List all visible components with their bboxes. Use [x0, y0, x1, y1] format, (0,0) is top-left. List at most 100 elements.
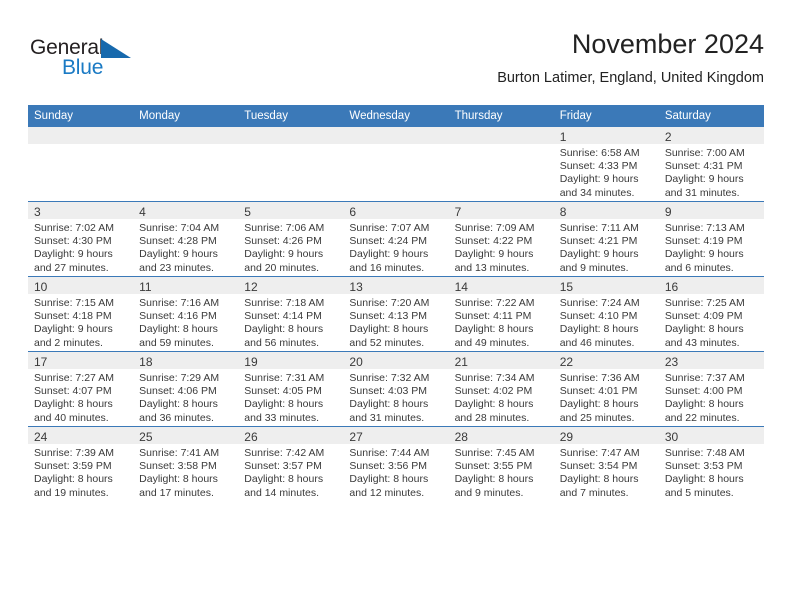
day-cell-content: 6 Sunrise: 7:07 AM Sunset: 4:24 PM Daylight…: [343, 202, 448, 276]
day-details: Sunrise: 7:09 AM Sunset: 4:22 PM Daylight:…: [449, 219, 554, 275]
sunrise-time: Sunrise: 7:15 AM: [34, 297, 114, 309]
day-details: Sunrise: 7:11 AM Sunset: 4:21 PM Daylight:…: [554, 219, 659, 275]
calendar-day-cell[interactable]: 1 Sunrise: 6:58 AM Sunset: 4:33 PM Daylight…: [554, 127, 659, 202]
daylight-duration-line2: and 20 minutes.: [244, 261, 319, 274]
calendar-day-cell[interactable]: 21 Sunrise: 7:34 AM Sunset: 4:02 PM Dayligh…: [448, 351, 554, 427]
calendar-day-cell[interactable]: 2 Sunrise: 7:00 AM Sunset: 4:31 PM Daylight…: [659, 127, 764, 202]
calendar-day-cell[interactable]: 3 Sunrise: 7:02 AM Sunset: 4:30 PM Daylight…: [28, 201, 134, 277]
daylight-duration-line2: and 34 minutes.: [559, 186, 635, 199]
day-details: Sunrise: 6:58 AM Sunset: 4:33 PM Daylight:…: [554, 144, 659, 200]
calendar-day-cell[interactable]: 7 Sunrise: 7:09 AM Sunset: 4:22 PM Daylight…: [448, 201, 554, 277]
day-details: Sunrise: 7:47 AM Sunset: 3:54 PM Daylight:…: [554, 444, 659, 500]
sunrise-time: Sunrise: 7:11 AM: [559, 222, 639, 234]
calendar-week-row: 10 Sunrise: 7:15 AM Sunset: 4:18 PM Dayligh…: [28, 276, 764, 352]
calendar-day-cell[interactable]: 29 Sunrise: 7:47 AM Sunset: 3:54 PM Dayligh…: [553, 426, 659, 501]
calendar-day-cell[interactable]: 22 Sunrise: 7:36 AM Sunset: 4:01 PM Dayligh…: [553, 351, 659, 427]
sunrise-time: Sunrise: 7:45 AM: [454, 447, 535, 459]
daylight-duration-line2: and 25 minutes.: [559, 411, 635, 424]
day-cell-content: 10 Sunrise: 7:15 AM Sunset: 4:18 PM Dayligh…: [28, 277, 133, 351]
calendar-day-cell[interactable]: 20 Sunrise: 7:32 AM Sunset: 4:03 PM Dayligh…: [343, 351, 449, 427]
daylight-duration-line2: and 13 minutes.: [454, 261, 530, 274]
calendar-day-cell[interactable]: 28 Sunrise: 7:45 AM Sunset: 3:55 PM Dayligh…: [448, 426, 554, 501]
daylight-duration-line1: Daylight: 9 hours: [664, 248, 744, 261]
calendar-day-cell[interactable]: 13 Sunrise: 7:20 AM Sunset: 4:13 PM Dayligh…: [343, 276, 449, 352]
calendar-day-cell[interactable]: 12 Sunrise: 7:18 AM Sunset: 4:14 PM Dayligh…: [238, 276, 344, 352]
daylight-duration-line1: Daylight: 8 hours: [559, 398, 639, 411]
daylight-duration-line2: and 56 minutes.: [244, 336, 319, 349]
calendar-day-cell[interactable]: 24 Sunrise: 7:39 AM Sunset: 3:59 PM Dayligh…: [28, 426, 134, 501]
sunset-time: Sunset: 4:09 PM: [664, 310, 743, 323]
page-header: General Blue November 2024 Burton Latime…: [28, 28, 764, 98]
day-cell-content: 12 Sunrise: 7:18 AM Sunset: 4:14 PM Dayligh…: [238, 277, 343, 351]
daylight-duration-line2: and 19 minutes.: [34, 486, 109, 499]
day-number: 30: [664, 430, 679, 444]
sunrise-time: Sunrise: 7:18 AM: [244, 297, 325, 309]
calendar-day-cell[interactable]: 11 Sunrise: 7:16 AM Sunset: 4:16 PM Dayligh…: [133, 276, 239, 352]
daylight-duration-line2: and 36 minutes.: [139, 411, 214, 424]
calendar-day-cell[interactable]: 4 Sunrise: 7:04 AM Sunset: 4:28 PM Daylight…: [133, 201, 239, 277]
day-number: 25: [139, 430, 153, 444]
daylight-duration-line1: Daylight: 9 hours: [349, 248, 429, 261]
calendar-day-cell[interactable]: 18 Sunrise: 7:29 AM Sunset: 4:06 PM Dayligh…: [133, 351, 239, 427]
calendar-day-cell[interactable]: 26 Sunrise: 7:42 AM Sunset: 3:57 PM Dayligh…: [238, 426, 344, 501]
sunset-time: Sunset: 4:05 PM: [244, 385, 322, 398]
day-number: 19: [244, 355, 258, 369]
daylight-duration-line2: and 5 minutes.: [664, 486, 734, 499]
daylight-duration-line2: and 33 minutes.: [244, 411, 319, 424]
sunset-time: Sunset: 3:59 PM: [34, 460, 112, 473]
daylight-duration-line1: Daylight: 8 hours: [559, 473, 639, 486]
daylight-duration-line1: Daylight: 8 hours: [454, 473, 534, 486]
calendar-day-cell[interactable]: 27 Sunrise: 7:44 AM Sunset: 3:56 PM Dayligh…: [343, 426, 449, 501]
day-number: 15: [559, 280, 574, 294]
calendar-day-cell[interactable]: 5 Sunrise: 7:06 AM Sunset: 4:26 PM Daylight…: [238, 201, 344, 277]
day-cell-content: 11 Sunrise: 7:16 AM Sunset: 4:16 PM Dayligh…: [133, 277, 238, 351]
calendar-day-cell[interactable]: 10 Sunrise: 7:15 AM Sunset: 4:18 PM Dayligh…: [28, 276, 134, 352]
day-cell-content: 14 Sunrise: 7:22 AM Sunset: 4:11 PM Dayligh…: [449, 277, 554, 351]
day-cell-content: 26 Sunrise: 7:42 AM Sunset: 3:57 PM Dayligh…: [238, 427, 343, 501]
general-blue-logo[interactable]: General Blue: [30, 36, 160, 88]
daylight-duration-line2: and 31 minutes.: [664, 186, 740, 199]
day-details: Sunrise: 7:02 AM Sunset: 4:30 PM Daylight:…: [28, 219, 133, 275]
calendar-day-cell[interactable]: 6 Sunrise: 7:07 AM Sunset: 4:24 PM Daylight…: [343, 201, 449, 277]
calendar-day-cell[interactable]: 9 Sunrise: 7:13 AM Sunset: 4:19 PM Daylight…: [658, 201, 764, 277]
calendar-day-cell[interactable]: 23 Sunrise: 7:37 AM Sunset: 4:00 PM Dayligh…: [658, 351, 764, 427]
calendar-day-cell[interactable]: 16 Sunrise: 7:25 AM Sunset: 4:09 PM Dayligh…: [658, 276, 764, 352]
calendar-day-cell[interactable]: 14 Sunrise: 7:22 AM Sunset: 4:11 PM Dayligh…: [448, 276, 554, 352]
daylight-duration-line1: Daylight: 9 hours: [139, 248, 218, 261]
page-title: November 2024: [571, 29, 764, 59]
sunrise-time: Sunrise: 7:44 AM: [349, 447, 430, 459]
day-number: 3: [34, 205, 41, 219]
day-cell-content: 19 Sunrise: 7:31 AM Sunset: 4:05 PM Dayligh…: [238, 352, 343, 426]
calendar-day-cell[interactable]: 15 Sunrise: 7:24 AM Sunset: 4:10 PM Dayligh…: [553, 276, 659, 352]
sunset-time: Sunset: 4:14 PM: [244, 310, 322, 323]
sunrise-time: Sunrise: 7:20 AM: [349, 297, 430, 309]
logo-triangle-icon: [101, 39, 131, 58]
day-details: Sunrise: 7:44 AM Sunset: 3:56 PM Daylight:…: [343, 444, 448, 500]
day-cell-content: [133, 127, 238, 201]
day-cell-content: [449, 127, 554, 201]
sunset-time: Sunset: 4:03 PM: [349, 385, 428, 398]
calendar-empty-cell: [449, 127, 554, 202]
day-details: Sunrise: 7:22 AM Sunset: 4:11 PM Daylight:…: [449, 294, 554, 350]
sunset-time: Sunset: 4:18 PM: [34, 310, 112, 323]
sunrise-time: Sunrise: 7:04 AM: [139, 222, 220, 234]
sunrise-time: Sunrise: 7:06 AM: [244, 222, 325, 234]
sunset-time: Sunset: 4:02 PM: [454, 385, 533, 398]
sunrise-time: Sunrise: 7:47 AM: [559, 447, 640, 459]
calendar-day-cell[interactable]: 19 Sunrise: 7:31 AM Sunset: 4:05 PM Dayligh…: [238, 351, 344, 427]
calendar-empty-cell: [343, 127, 448, 202]
sunset-time: Sunset: 3:55 PM: [454, 460, 533, 473]
day-details: Sunrise: 7:15 AM Sunset: 4:18 PM Daylight:…: [28, 294, 133, 350]
sunrise-time: Sunrise: 7:00 AM: [664, 147, 745, 159]
sunset-time: Sunset: 4:00 PM: [664, 385, 743, 398]
daylight-duration-line2: and 46 minutes.: [559, 336, 635, 349]
daylight-duration-line2: and 22 minutes.: [664, 411, 740, 424]
calendar-day-cell[interactable]: 17 Sunrise: 7:27 AM Sunset: 4:07 PM Dayligh…: [28, 351, 134, 427]
calendar-day-cell[interactable]: 30 Sunrise: 7:48 AM Sunset: 3:53 PM Dayligh…: [658, 426, 764, 501]
day-cell-content: [28, 127, 133, 201]
sunrise-time: Sunrise: 7:36 AM: [559, 372, 640, 384]
daylight-duration-line2: and 6 minutes.: [664, 261, 734, 274]
calendar-day-cell[interactable]: 8 Sunrise: 7:11 AM Sunset: 4:21 PM Daylight…: [553, 201, 659, 277]
sunrise-time: Sunrise: 7:13 AM: [664, 222, 745, 234]
calendar-day-cell[interactable]: 25 Sunrise: 7:41 AM Sunset: 3:58 PM Dayligh…: [133, 426, 239, 501]
